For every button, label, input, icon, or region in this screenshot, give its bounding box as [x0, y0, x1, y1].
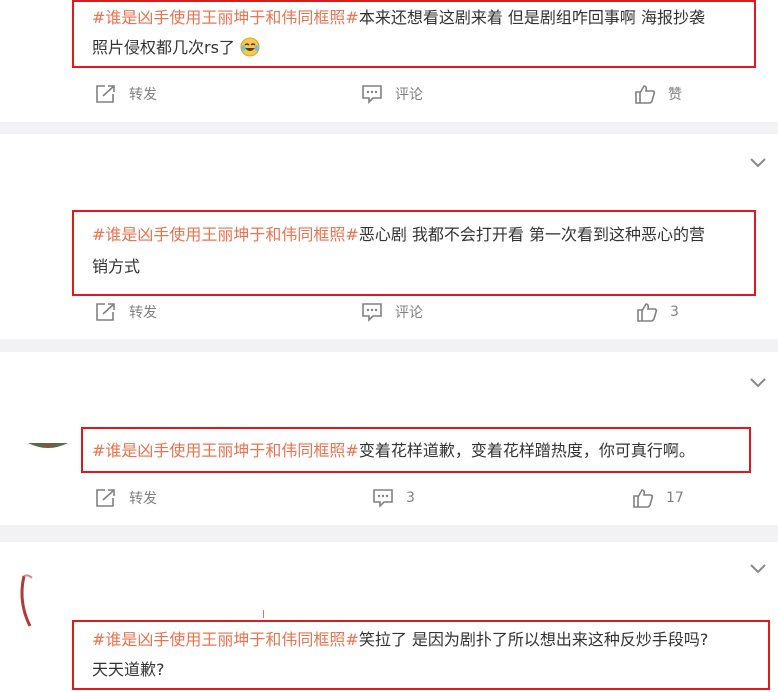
- avatar[interactable]: [18, 572, 68, 628]
- topic-link[interactable]: #谁是凶手使用王丽坤于和伟同框照#: [92, 441, 359, 460]
- chevron-down-icon[interactable]: [750, 158, 766, 168]
- topic-link[interactable]: #谁是凶手使用王丽坤于和伟同框照#: [92, 225, 359, 244]
- repost-icon: [96, 303, 115, 321]
- post-text-line2: 销方式: [92, 257, 141, 276]
- comment-button[interactable]: 3: [372, 488, 415, 508]
- repost-button[interactable]: 转发: [95, 488, 157, 508]
- action-bar: 转发 评论 赞: [0, 84, 778, 108]
- thumbs-up-icon: [635, 85, 656, 104]
- repost-button[interactable]: 转发: [95, 84, 157, 104]
- comment-icon: [362, 303, 382, 322]
- post-text-line2: 天天道歉?: [92, 660, 165, 679]
- divider-tick: [263, 610, 264, 618]
- repost-icon: [96, 85, 115, 103]
- like-button[interactable]: 赞: [634, 84, 682, 104]
- thumbs-up-icon: [633, 489, 654, 508]
- post-card: #谁是凶手使用王丽坤于和伟同框照#恶心剧 我都不会打开看 第一次看到这种恶心的营…: [0, 134, 778, 339]
- repost-button[interactable]: 转发: [95, 302, 157, 322]
- post-text: #谁是凶手使用王丽坤于和伟同框照#本来还想看这剧来着 但是剧组咋回事啊 海报抄袭: [92, 8, 706, 27]
- comment-icon: [362, 85, 382, 104]
- action-bar: 转发 3 17: [0, 488, 778, 512]
- chevron-down-icon[interactable]: [750, 564, 766, 574]
- post-card: #谁是凶手使用王丽坤于和伟同框照#变着花样道歉，变着花样蹭热度，你可真行啊。 转…: [0, 352, 778, 525]
- post-text: #谁是凶手使用王丽坤于和伟同框照#变着花样道歉，变着花样蹭热度，你可真行啊。: [92, 441, 695, 460]
- action-bar: 转发 评论 3: [0, 302, 778, 326]
- crying-laughing-emoji: [240, 37, 260, 66]
- post-text: #谁是凶手使用王丽坤于和伟同框照#恶心剧 我都不会打开看 第一次看到这种恶心的营: [92, 225, 706, 244]
- post-text: #谁是凶手使用王丽坤于和伟同框照#笑拉了 是因为剧扑了所以想出来这种反炒手段吗?: [92, 630, 709, 649]
- post-card: #谁是凶手使用王丽坤于和伟同框照#本来还想看这剧来着 但是剧组咋回事啊 海报抄袭…: [0, 0, 778, 122]
- chevron-down-icon[interactable]: [750, 378, 766, 388]
- repost-icon: [96, 489, 115, 507]
- post-card: #谁是凶手使用王丽坤于和伟同框照#笑拉了 是因为剧扑了所以想出来这种反炒手段吗?…: [0, 542, 778, 692]
- comment-button[interactable]: 评论: [361, 302, 423, 322]
- thumbs-up-icon: [637, 303, 658, 322]
- like-button[interactable]: 3: [636, 302, 679, 322]
- topic-link[interactable]: #谁是凶手使用王丽坤于和伟同框照#: [92, 630, 359, 649]
- post-text-line2: 照片侵权都几次rs了: [92, 34, 260, 66]
- topic-link[interactable]: #谁是凶手使用王丽坤于和伟同框照#: [92, 8, 359, 27]
- comment-icon: [373, 489, 393, 508]
- like-button[interactable]: 17: [632, 488, 684, 508]
- comment-button[interactable]: 评论: [361, 84, 423, 104]
- avatar[interactable]: [28, 434, 68, 448]
